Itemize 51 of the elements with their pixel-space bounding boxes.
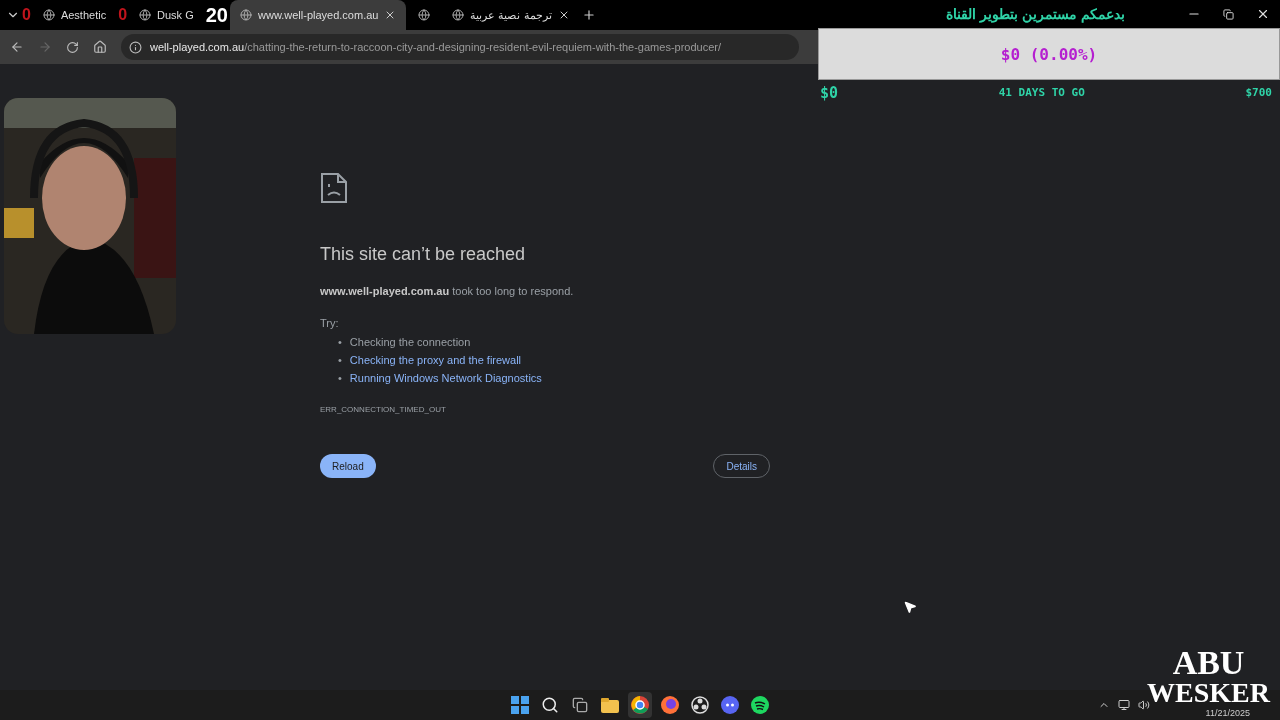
logo-text: WESKER xyxy=(1147,678,1270,708)
address-field[interactable]: well-played.com.au/chatting-the-return-to-raccoon-city-and-designing-resident-evil-requiem-with-the-games-producer/ xyxy=(121,34,799,60)
error-title: This site can’t be reached xyxy=(320,244,527,265)
goal-target: $700 xyxy=(1245,86,1272,99)
browser-tab[interactable]: ترجمة نصية عربية xyxy=(442,0,580,30)
browser-tab[interactable]: Aesthetic xyxy=(32,0,117,30)
bullet: • xyxy=(338,371,342,386)
suggestion-link[interactable]: Checking the proxy and the firewall xyxy=(349,351,522,369)
circle-icon xyxy=(691,696,709,714)
globe-icon xyxy=(139,9,152,21)
goal-title: بدعمكم مستمرين بتطوير القناة xyxy=(946,6,1125,22)
new-tab-icon[interactable] xyxy=(581,8,596,22)
fox-icon xyxy=(661,696,679,714)
windows-logo-icon xyxy=(511,696,529,714)
logo-text: ABU xyxy=(1172,648,1245,678)
bullet: • xyxy=(338,353,342,368)
browser-tab[interactable]: www.well-played.com.au xyxy=(230,0,407,30)
goal-start: $0 xyxy=(820,83,839,102)
try-label: Try: xyxy=(320,317,340,329)
suggestion-link[interactable]: Running Windows Network Diagnostics xyxy=(349,369,542,387)
home-icon[interactable] xyxy=(93,40,107,54)
browser-tab[interactable]: Dusk G xyxy=(129,0,204,30)
chat-app-icon xyxy=(721,696,739,714)
overlay-counter: 0 xyxy=(22,6,31,24)
error-code: ERR_CONNECTION_TIMED_OUT xyxy=(320,405,447,414)
search-icon xyxy=(541,696,559,714)
suggestion-text: Checking the connection xyxy=(349,335,471,350)
browser-icon xyxy=(631,696,649,714)
days-left: 41 DAYS TO GO xyxy=(998,86,1085,99)
globe-icon xyxy=(42,9,55,21)
globe-icon xyxy=(240,9,252,21)
back-icon[interactable] xyxy=(10,40,24,54)
globe-icon xyxy=(418,9,431,21)
restore-icon[interactable] xyxy=(1223,8,1234,20)
reload-button[interactable]: Reload xyxy=(320,454,376,478)
globe-icon xyxy=(452,9,465,21)
close-icon[interactable] xyxy=(1256,7,1270,21)
error-message: www.well-played.com.au took too long to respond. xyxy=(320,285,575,297)
windows-icon xyxy=(572,697,588,713)
info-icon xyxy=(129,40,142,54)
folder-icon xyxy=(601,697,619,713)
overlay-counter: 0 xyxy=(118,6,128,24)
bullet: • xyxy=(338,335,342,350)
music-app-icon xyxy=(751,696,769,714)
sad-page-icon xyxy=(320,172,348,204)
goal-amount: $0 (0.00%) xyxy=(1000,44,1098,64)
reload-icon[interactable] xyxy=(66,40,79,54)
mouse-cursor-icon xyxy=(903,600,917,614)
monitor-icon[interactable] xyxy=(1118,699,1130,711)
overlay-counter: 20 xyxy=(205,3,228,27)
taskbar-date: 11/21/2025 xyxy=(1205,708,1250,718)
